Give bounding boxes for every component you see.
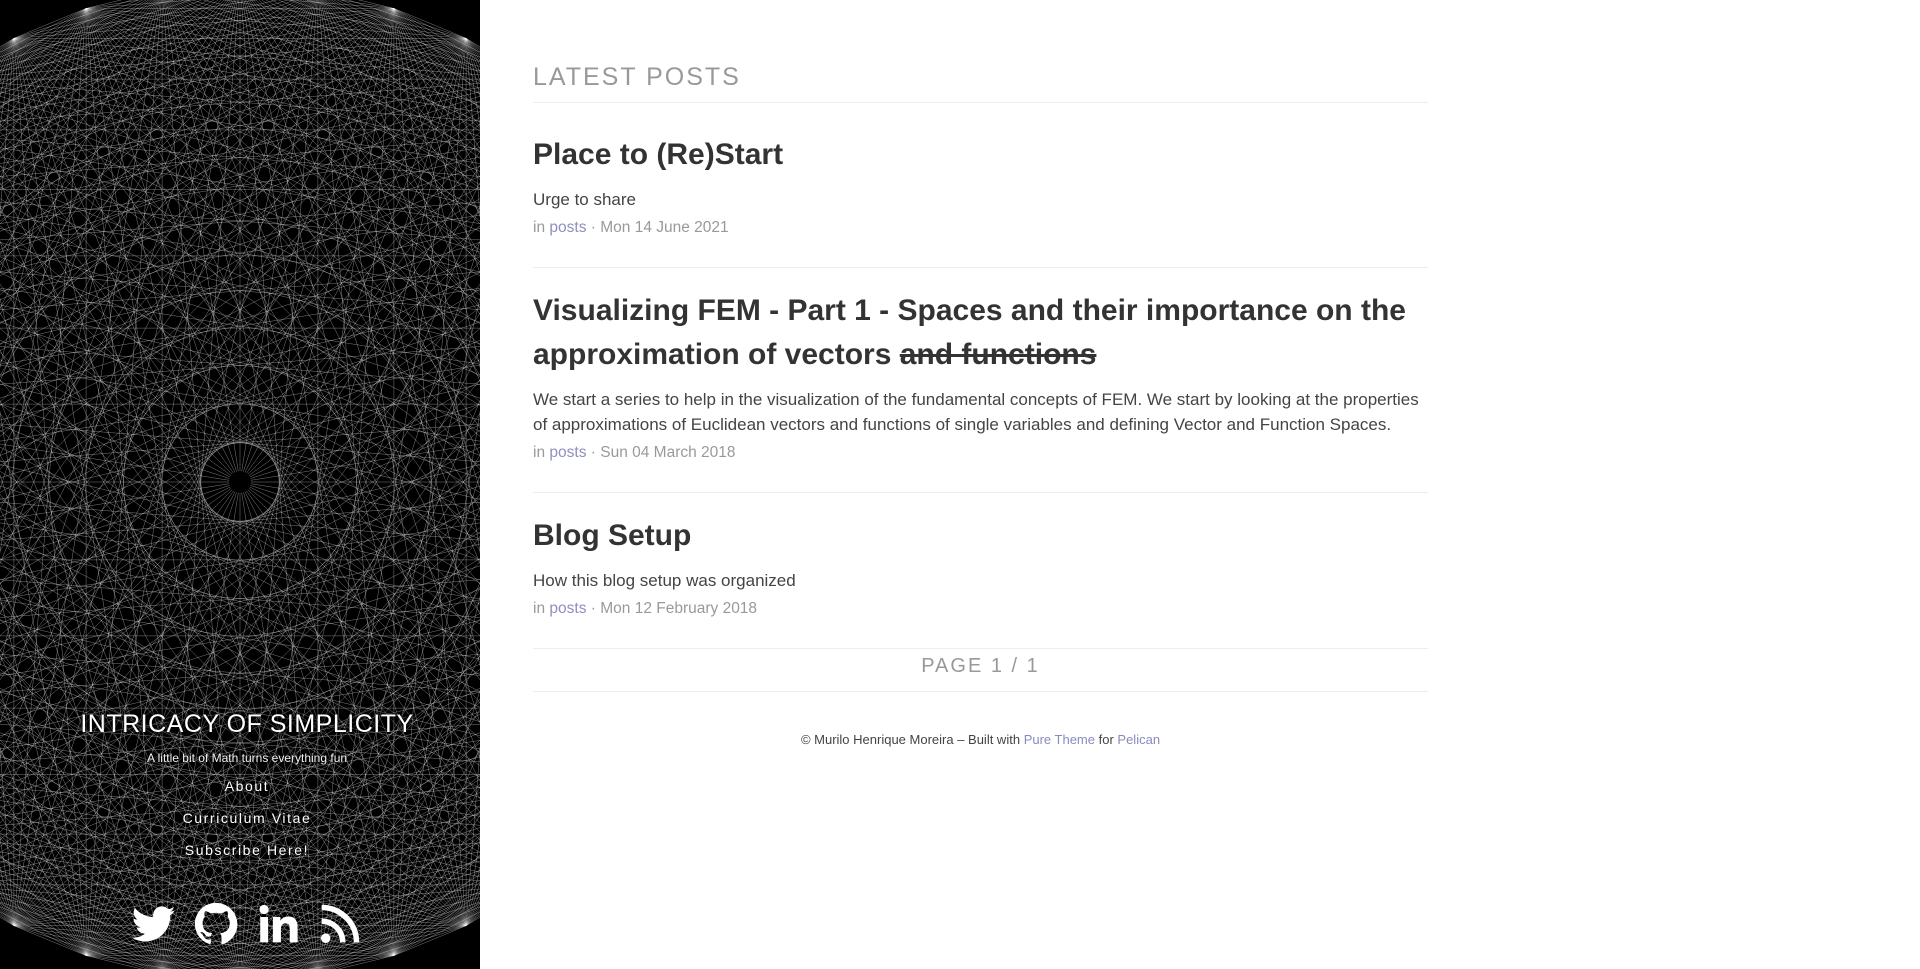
- sidebar: Intricacy of Simplicity A little bit of …: [0, 0, 480, 969]
- meta-prefix: in: [533, 600, 546, 617]
- post-date: · Sun 04 March 2018: [590, 444, 736, 461]
- category-link[interactable]: posts: [549, 219, 586, 236]
- meta-prefix: in: [533, 444, 546, 461]
- rss-link[interactable]: [316, 900, 364, 948]
- post-item: Visualizing FEM - Part 1 - Spaces and th…: [533, 268, 1428, 493]
- rss-icon: [320, 904, 360, 944]
- brand-tagline: A little bit of Math turns everything fu…: [146, 751, 348, 765]
- twitter-link[interactable]: [130, 900, 178, 948]
- struck-title-text: and functions: [899, 338, 1097, 371]
- nav-item-about: About: [0, 778, 480, 796]
- main-content: Latest Posts Place to (Re)Start Urge to …: [533, 0, 1428, 747]
- footer: © Murilo Henrique Moreira – Built with P…: [533, 732, 1428, 747]
- linkedin-icon: [259, 904, 298, 943]
- post-meta: in posts · Mon 12 February 2018: [533, 600, 1428, 618]
- post-item: Place to (Re)Start Urge to share in post…: [533, 103, 1428, 268]
- brand-title[interactable]: Intricacy of Simplicity: [0, 710, 480, 739]
- post-summary: Urge to share: [533, 190, 636, 209]
- linkedin-link[interactable]: [254, 900, 302, 948]
- github-link[interactable]: [192, 900, 240, 948]
- section-title: Latest Posts: [533, 63, 1428, 103]
- post-title[interactable]: Blog Setup: [533, 514, 1428, 558]
- footer-copyright: © Murilo Henrique Moreira – Built with: [800, 732, 1021, 747]
- post-item: Blog Setup How this blog setup was organ…: [533, 493, 1428, 649]
- category-link[interactable]: posts: [549, 600, 586, 617]
- post-meta: in posts · Mon 14 June 2021: [533, 219, 1428, 237]
- nav-item-subscribe: Subscribe Here!: [0, 842, 480, 860]
- category-link[interactable]: posts: [549, 444, 586, 461]
- footer-connector: for: [1098, 732, 1114, 747]
- post-meta: in posts · Sun 04 March 2018: [533, 444, 1428, 462]
- post-summary: How this blog setup was organized: [533, 571, 796, 590]
- sidebar-info: Intricacy of Simplicity A little bit of …: [0, 710, 480, 874]
- post-title[interactable]: Place to (Re)Start: [533, 133, 1428, 177]
- meta-prefix: in: [533, 219, 546, 236]
- post-date: · Mon 14 June 2021: [590, 219, 729, 236]
- pelican-link[interactable]: Pelican: [1117, 732, 1160, 747]
- pure-theme-link[interactable]: Pure Theme: [1024, 732, 1095, 747]
- nav-item-cv: Curriculum Vitae: [0, 810, 480, 828]
- nav-link-curriculum-vitae[interactable]: Curriculum Vitae: [183, 810, 312, 826]
- github-icon: [194, 902, 238, 945]
- post-summary: We start a series to help in the visuali…: [533, 390, 1419, 434]
- sidebar-nav: About Curriculum Vitae Subscribe Here!: [0, 778, 480, 860]
- center-dot: [229, 471, 251, 493]
- social-links: [0, 900, 480, 948]
- twitter-icon: [132, 906, 176, 942]
- nav-link-about[interactable]: About: [225, 778, 270, 794]
- post-title[interactable]: Visualizing FEM - Part 1 - Spaces and th…: [533, 289, 1428, 377]
- pagination-label: Page 1 / 1: [533, 655, 1428, 692]
- post-date: · Mon 12 February 2018: [590, 600, 758, 617]
- nav-link-subscribe[interactable]: Subscribe Here!: [185, 842, 309, 858]
